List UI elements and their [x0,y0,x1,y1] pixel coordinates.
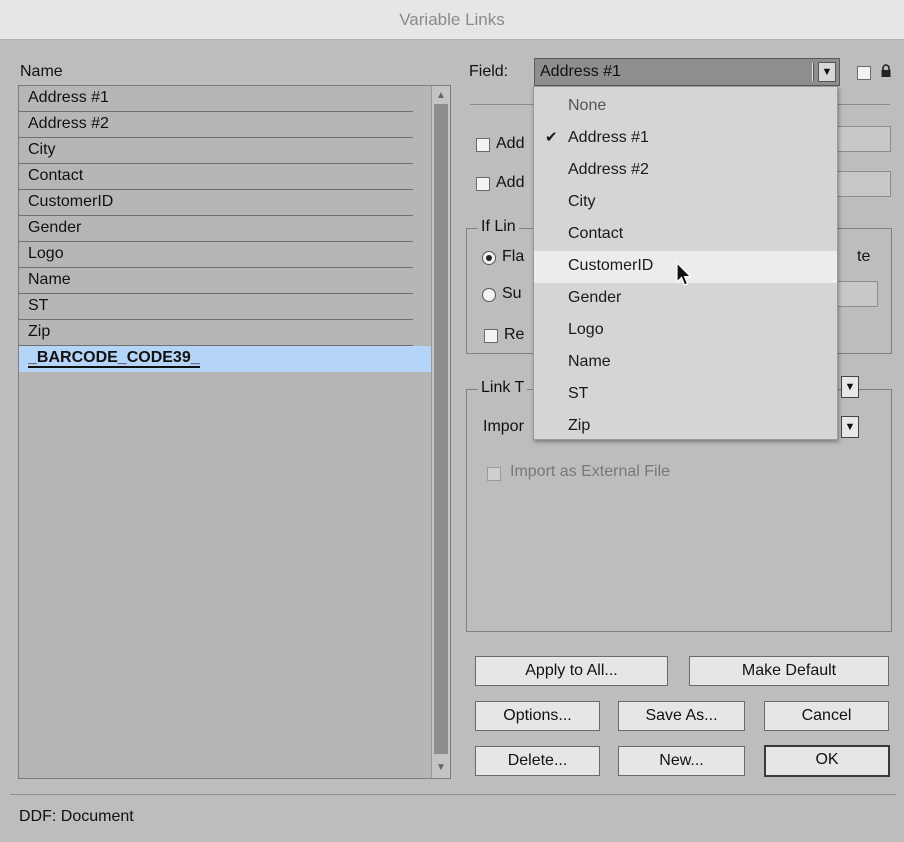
selected-item-label: _BARCODE_CODE39_ [28,349,200,368]
radio-option-1-label: Fla [502,248,525,265]
if-link-group-title: If Lin [478,218,519,236]
mouse-cursor-icon [676,262,692,286]
list-item[interactable]: Address #2 [19,112,413,138]
add-input-2[interactable] [836,171,891,197]
status-divider [10,794,896,795]
radio-option-2[interactable] [482,288,496,302]
list-item[interactable]: CustomerID [19,190,413,216]
re-checkbox[interactable] [484,329,498,343]
scroll-down-icon[interactable]: ▼ [436,762,446,773]
list-item[interactable]: ST [19,294,413,320]
add-label-2: Add [496,174,525,191]
lock-checkbox[interactable] [857,66,871,80]
scroll-thumb[interactable] [434,104,448,754]
options-button[interactable]: Options... [475,701,600,731]
chevron-down-icon[interactable]: ▼ [818,62,836,82]
list-scrollbar[interactable]: ▲ ▼ [431,86,450,778]
checkmark-icon: ✔ [545,129,558,146]
variable-name-list[interactable]: Address #1 Address #2 City Contact CustomerI… [18,85,451,779]
dropdown-option-label: None [568,97,607,114]
window-title: Variable Links [0,0,904,40]
select-separator [812,63,814,81]
dropdown-option[interactable]: City [534,187,837,219]
dropdown-option-label: CustomerID [568,257,654,274]
add-label-1: Add [496,135,525,152]
list-item[interactable]: Logo [19,242,413,268]
dropdown-option[interactable]: ✔ Address #1 [534,123,837,155]
list-item[interactable]: Contact [19,164,413,190]
dropdown-option-label: City [568,193,596,210]
dropdown-option[interactable]: Name [534,347,837,379]
scroll-up-icon[interactable]: ▲ [436,90,446,101]
add-input-1[interactable] [836,126,891,152]
dropdown-option-label: Gender [568,289,622,306]
dropdown-option-label: Name [568,353,611,370]
import-external-label: Import as External File [510,463,671,480]
radio-option-2-input[interactable] [836,281,878,307]
make-default-button[interactable]: Make Default [689,656,889,686]
dropdown-option[interactable]: Contact [534,219,837,251]
status-text: DDF: Document [19,808,134,825]
dropdown-option-label: Zip [568,417,591,434]
name-column-header: Name [20,63,63,80]
import-label: Impor [483,418,524,435]
ok-button[interactable]: OK [764,745,890,777]
delete-button[interactable]: Delete... [475,746,600,776]
dropdown-option-label: Address #1 [568,129,649,146]
radio-option-1[interactable] [482,251,496,265]
apply-to-all-button[interactable]: Apply to All... [475,656,668,686]
re-checkbox-label: Re [504,326,525,343]
radio-option-2-label: Su [502,285,522,302]
dropdown-option[interactable]: Logo [534,315,837,347]
dropdown-option-label: Address #2 [568,161,649,178]
field-select[interactable]: Address #1 ▼ [534,58,840,86]
dropdown-option[interactable]: Address #2 [534,155,837,187]
dropdown-option-label: Contact [568,225,624,242]
list-item-selected[interactable]: _BARCODE_CODE39_ [19,346,432,372]
dropdown-option[interactable]: None [534,91,837,123]
field-label: Field: [469,63,509,80]
link-type-dropdown-icon[interactable]: ▼ [841,376,859,398]
new-button[interactable]: New... [618,746,745,776]
add-checkbox-1[interactable] [476,138,490,152]
list-rows: Address #1 Address #2 City Contact CustomerI… [19,86,432,372]
import-dropdown-icon[interactable]: ▼ [841,416,859,438]
radio-option-1-suffix: te [857,248,871,265]
import-external-checkbox[interactable] [487,467,501,481]
link-group-title: Link T [478,379,528,397]
dropdown-option[interactable]: ST [534,379,837,411]
cancel-button[interactable]: Cancel [764,701,889,731]
dropdown-option-label: Logo [568,321,604,338]
list-item[interactable]: Name [19,268,413,294]
add-checkbox-2[interactable] [476,177,490,191]
save-as-button[interactable]: Save As... [618,701,745,731]
dropdown-option[interactable]: Zip [534,411,837,443]
field-select-value: Address #1 [540,63,621,80]
lock-icon [881,64,891,77]
list-item[interactable]: Address #1 [19,86,413,112]
list-item[interactable]: Zip [19,320,413,346]
list-item[interactable]: City [19,138,413,164]
dropdown-option-label: ST [568,385,589,402]
list-item[interactable]: Gender [19,216,413,242]
